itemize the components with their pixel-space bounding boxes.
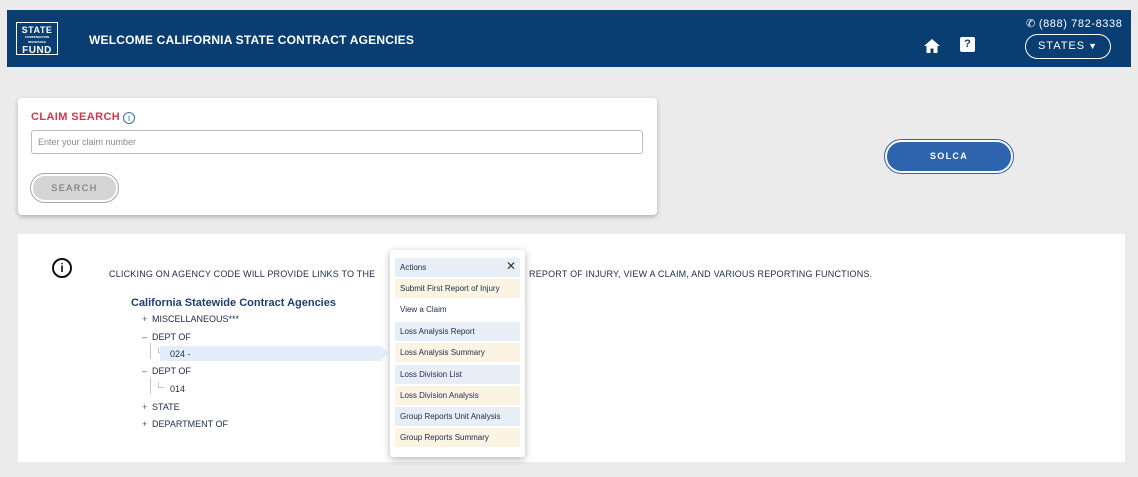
logo-line-3: FUND — [22, 45, 52, 56]
action-loss-division-list[interactable]: Loss Division List — [395, 365, 520, 384]
phone-number[interactable]: ✆ (888) 782-8338 — [1026, 17, 1122, 30]
action-view-claim[interactable]: View a Claim — [395, 300, 520, 319]
selected-row-highlight — [160, 346, 382, 361]
action-loss-analysis-summary[interactable]: Loss Analysis Summary — [395, 343, 520, 362]
action-loss-analysis-report[interactable]: Loss Analysis Report — [395, 322, 520, 341]
help-icon[interactable]: ? — [960, 37, 975, 52]
action-group-reports-summary[interactable]: Group Reports Summary — [395, 428, 520, 447]
tree-node-department[interactable]: + DEPARTMENT OF — [142, 419, 228, 429]
expand-icon[interactable]: + — [142, 402, 152, 412]
claim-search-title: CLAIM SEARCH — [31, 111, 121, 123]
welcome-title: WELCOME CALIFORNIA STATE CONTRACT AGENCI… — [89, 33, 415, 47]
caret-down-icon: ▼ — [1088, 41, 1099, 51]
logo-line-2: COMPENSATION INSURANCE — [24, 35, 50, 44]
action-loss-division-analysis[interactable]: Loss Division Analysis — [395, 386, 520, 405]
tree-node-label[interactable]: DEPARTMENT OF — [152, 419, 228, 429]
tree-connector — [150, 378, 151, 394]
action-submit-first-report[interactable]: Submit First Report of Injury — [395, 279, 520, 298]
tree-node-agency-code[interactable]: 024 - — [170, 349, 191, 359]
claim-search-card: CLAIM SEARCHi SEARCH — [18, 98, 657, 215]
search-button[interactable]: SEARCH — [30, 173, 119, 203]
tree-connector — [150, 343, 151, 359]
actions-popup-title: Actions — [400, 263, 427, 272]
phone-icon: ✆ — [1026, 18, 1036, 30]
solca-button[interactable]: SOLCA — [884, 139, 1014, 174]
home-icon[interactable] — [923, 38, 941, 54]
info-icon[interactable]: i — [123, 112, 136, 124]
collapse-icon[interactable]: – — [142, 332, 152, 342]
agency-code-label[interactable]: 014 — [170, 384, 185, 394]
close-icon[interactable]: ✕ — [506, 259, 516, 273]
agency-code-label[interactable]: 024 - — [170, 349, 191, 359]
actions-popup: Actions ✕ Submit First Report of Injury … — [390, 250, 525, 457]
notice-text-right: REPORT OF INJURY, VIEW A CLAIM, AND VARI… — [529, 269, 873, 279]
phone-text: (888) 782-8338 — [1038, 18, 1123, 30]
tree-title: California Statewide Contract Agencies — [131, 297, 336, 309]
selected-row-pointer — [381, 346, 388, 360]
tree-elbow — [158, 382, 164, 388]
states-dropdown-button[interactable]: STATES ▼ — [1025, 34, 1111, 59]
tree-node-state[interactable]: + STATE — [142, 402, 180, 412]
expand-icon[interactable]: + — [142, 314, 152, 324]
info-icon: i — [52, 258, 72, 278]
tree-node-label[interactable]: DEPT OF — [152, 332, 191, 342]
claim-search-heading: CLAIM SEARCH i — [31, 111, 136, 124]
top-header: STATE COMPENSATION INSURANCE FUND WELCOM… — [7, 10, 1131, 67]
logo-line-1: STATE — [21, 25, 53, 35]
tree-node-label[interactable]: STATE — [152, 402, 180, 412]
tree-node-label[interactable]: MISCELLANEOUS*** — [152, 314, 239, 324]
tree-node-agency-code[interactable]: 014 — [170, 384, 185, 394]
collapse-icon[interactable]: – — [142, 366, 152, 376]
state-fund-logo[interactable]: STATE COMPENSATION INSURANCE FUND — [16, 22, 58, 56]
tree-node-miscellaneous[interactable]: + MISCELLANEOUS*** — [142, 314, 239, 324]
claim-number-input[interactable] — [31, 130, 643, 154]
tree-node-dept[interactable]: – DEPT OF — [142, 332, 191, 342]
tree-node-label[interactable]: DEPT OF — [152, 366, 191, 376]
states-label: STATES — [1037, 40, 1086, 52]
tree-node-dept[interactable]: – DEPT OF — [142, 366, 191, 376]
actions-popup-header: Actions ✕ — [395, 258, 520, 277]
notice-text-left: CLICKING ON AGENCY CODE WILL PROVIDE LIN… — [109, 269, 376, 279]
expand-icon[interactable]: + — [142, 419, 152, 429]
action-group-reports-unit-analysis[interactable]: Group Reports Unit Analysis — [395, 407, 520, 426]
